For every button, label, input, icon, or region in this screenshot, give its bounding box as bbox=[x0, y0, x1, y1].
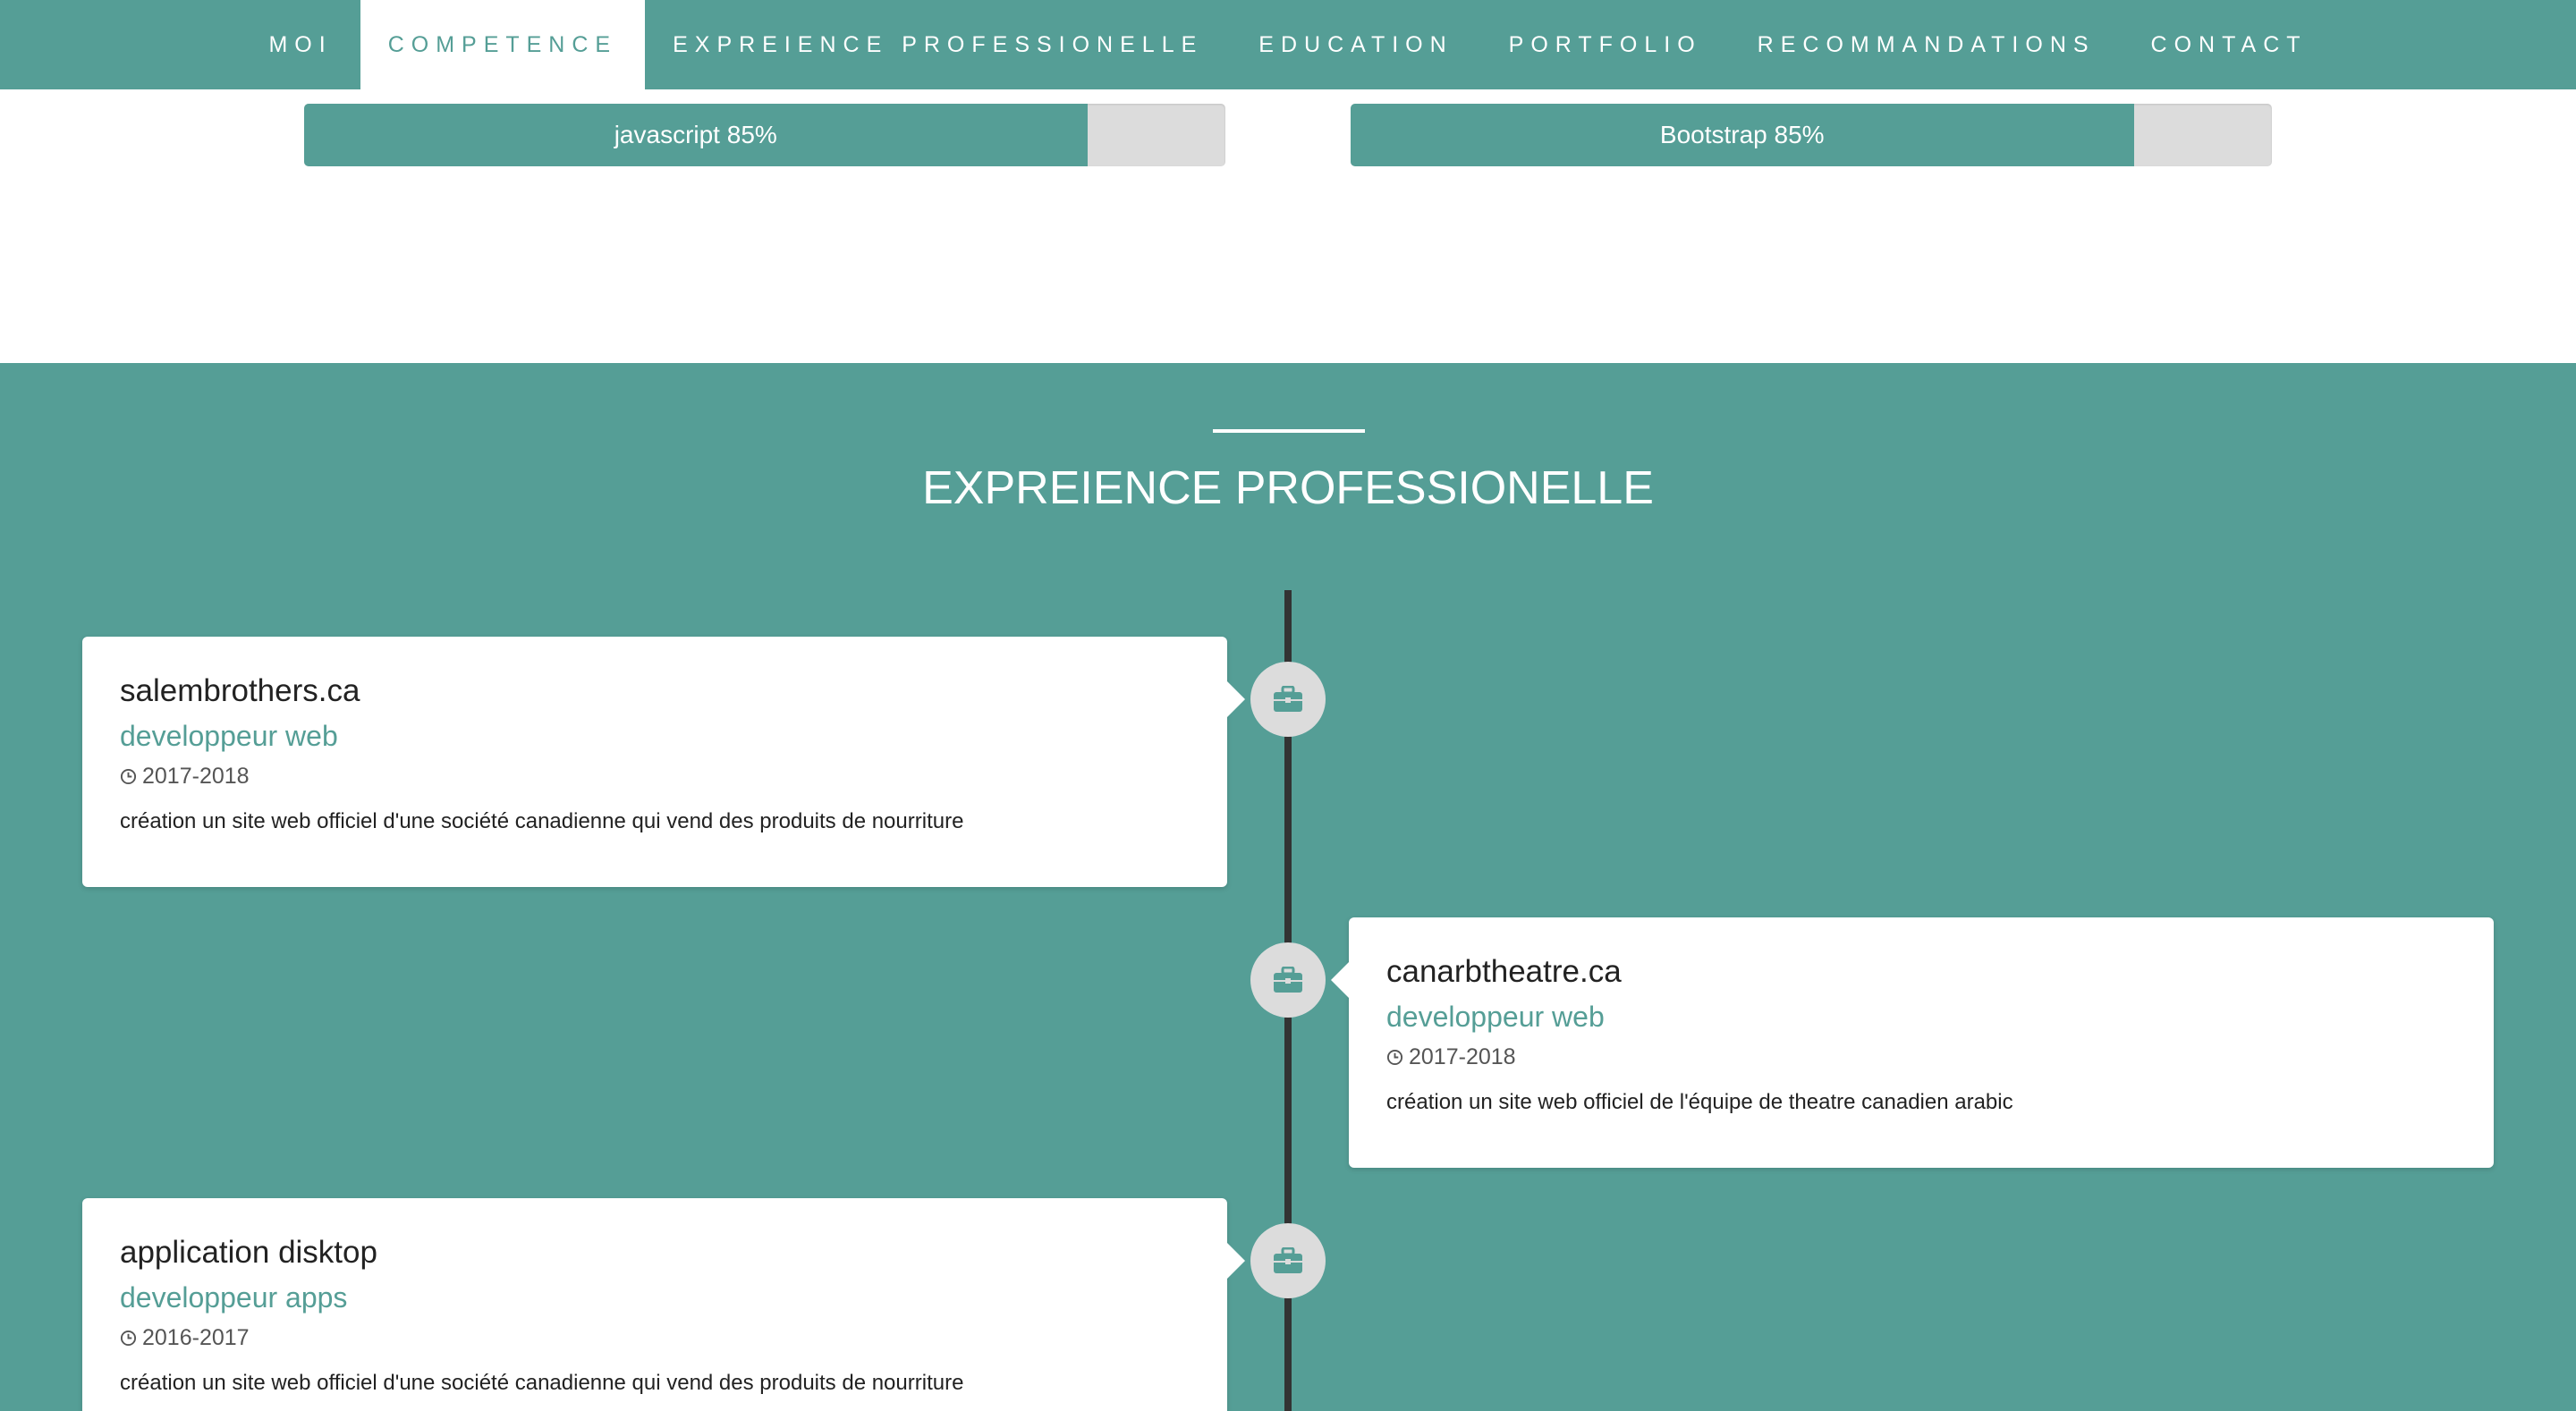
clock-icon bbox=[120, 769, 137, 785]
experience-description: création un site web officiel d'une soci… bbox=[120, 809, 964, 834]
skill-progress-fill: Bootstrap 85% bbox=[1351, 104, 2134, 166]
skill-progress-fill: javascript 85% bbox=[304, 104, 1088, 166]
experience-role: developpeur apps bbox=[120, 1281, 348, 1314]
clock-icon bbox=[120, 1331, 137, 1347]
nav-item-portfolio[interactable]: PORTFOLIO bbox=[1481, 0, 1730, 89]
nav-list: MOI COMPETENCE EXPREIENCE PROFESSIONELLE… bbox=[0, 0, 2576, 89]
skill-progress-bar: Bootstrap 85% bbox=[1351, 104, 2272, 166]
briefcase-icon bbox=[1274, 1247, 1302, 1273]
nav-item-competence[interactable]: COMPETENCE bbox=[360, 0, 646, 89]
skills-section: javascript 85% Bootstrap 85% bbox=[0, 89, 2576, 363]
experience-card: application disktop developpeur apps 201… bbox=[82, 1198, 1245, 1411]
experience-date: 2017-2018 bbox=[1409, 1044, 1516, 1070]
nav-item-experience[interactable]: EXPREIENCE PROFESSIONELLE bbox=[645, 0, 1231, 89]
experience-card: canarbtheatre.ca developpeur web 2017-20… bbox=[1331, 917, 2494, 1168]
experience-date-row: 2017-2018 bbox=[120, 764, 1190, 790]
experience-date: 2016-2017 bbox=[142, 1325, 250, 1351]
experience-role: developpeur web bbox=[1386, 1001, 1605, 1033]
clock-icon bbox=[1386, 1050, 1403, 1066]
experience-company: salembrothers.ca bbox=[120, 673, 360, 708]
nav-item-education[interactable]: EDUCATION bbox=[1231, 0, 1480, 89]
experience-company: canarbtheatre.ca bbox=[1386, 954, 1622, 989]
nav-item-recommandations[interactable]: RECOMMANDATIONS bbox=[1730, 0, 2123, 89]
experience-section: EXPREIENCE PROFESSIONELLE salembrothers.… bbox=[0, 363, 2576, 1411]
nav-item-moi[interactable]: MOI bbox=[241, 0, 360, 89]
experience-description: création un site web officiel d'une soci… bbox=[120, 1371, 964, 1396]
nav-item-contact[interactable]: CONTACT bbox=[2123, 0, 2335, 89]
top-navbar: MOI COMPETENCE EXPREIENCE PROFESSIONELLE… bbox=[0, 0, 2576, 89]
experience-date: 2017-2018 bbox=[142, 764, 250, 790]
section-divider bbox=[1213, 429, 1365, 433]
briefcase-icon bbox=[1274, 967, 1302, 993]
experience-company: application disktop bbox=[120, 1235, 377, 1270]
experience-card: salembrothers.ca developpeur web 2017-20… bbox=[82, 637, 1245, 887]
timeline-marker bbox=[1250, 1223, 1326, 1298]
experience-date-row: 2016-2017 bbox=[120, 1325, 1190, 1351]
timeline-marker bbox=[1250, 662, 1326, 737]
experience-date-row: 2017-2018 bbox=[1386, 1044, 2456, 1070]
briefcase-icon bbox=[1274, 686, 1302, 712]
section-title: EXPREIENCE PROFESSIONELLE bbox=[922, 462, 1654, 514]
skill-progress-bar: javascript 85% bbox=[304, 104, 1225, 166]
timeline-marker bbox=[1250, 942, 1326, 1018]
experience-description: création un site web officiel de l'équip… bbox=[1386, 1090, 2013, 1115]
experience-role: developpeur web bbox=[120, 720, 338, 752]
